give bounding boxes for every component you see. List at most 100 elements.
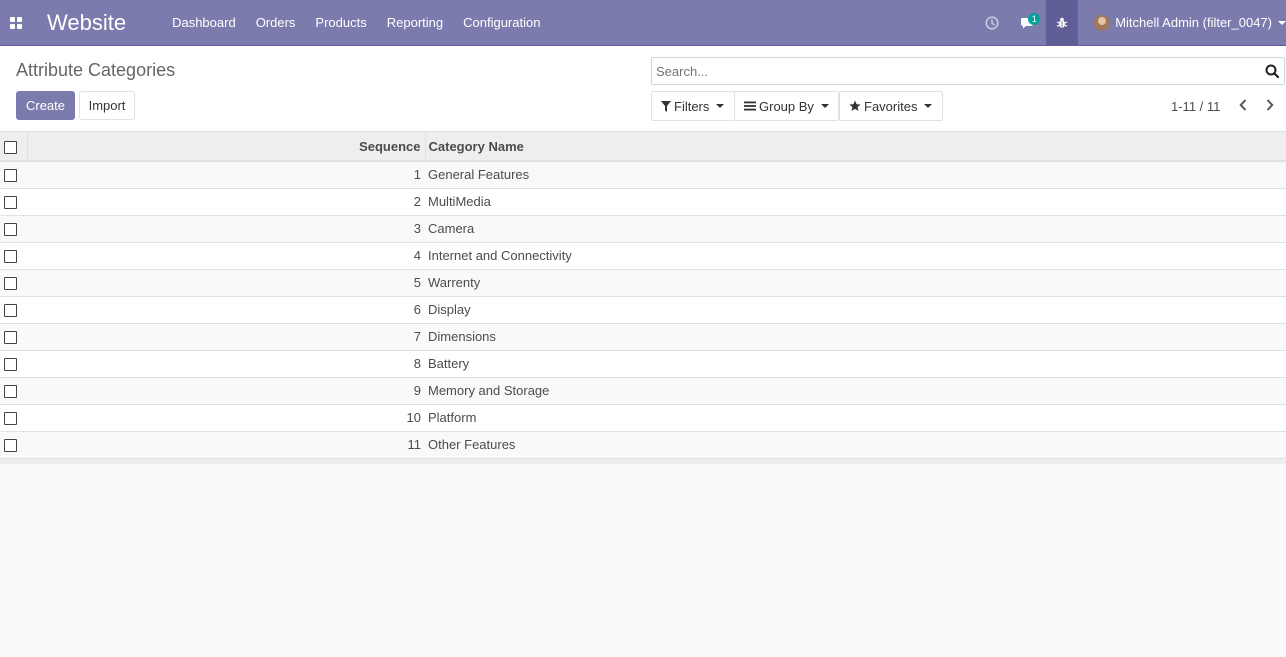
top-navbar: Website Dashboard Orders Products Report…: [0, 0, 1286, 46]
search-input[interactable]: [652, 58, 1242, 84]
cell-category-name: Other Features: [428, 437, 516, 452]
row-checkbox[interactable]: [4, 385, 17, 399]
menu-item-dashboard[interactable]: Dashboard: [162, 0, 246, 46]
row-checkbox[interactable]: [4, 358, 17, 372]
row-select-cell: [0, 161, 27, 188]
debug-mode-button[interactable]: [1046, 0, 1079, 46]
table-row[interactable]: 8 Battery: [0, 350, 1286, 377]
row-checkbox[interactable]: [4, 412, 17, 426]
row-select-cell: [0, 350, 27, 377]
row-select-cell: [0, 296, 27, 323]
table-row[interactable]: 7 Dimensions: [0, 323, 1286, 350]
table-row[interactable]: 9 Memory and Storage: [0, 377, 1286, 404]
cell-category-name: Internet and Connectivity: [428, 248, 572, 263]
pager-previous-button[interactable]: [1236, 97, 1250, 113]
search-icon[interactable]: [1265, 64, 1279, 78]
bars-icon: [744, 101, 756, 111]
favorites-dropdown-button[interactable]: Favorites: [839, 91, 943, 121]
row-select-cell: [0, 242, 27, 269]
chevron-down-icon: [820, 104, 829, 108]
row-checkbox[interactable]: [4, 439, 17, 453]
table-row[interactable]: 6 Display: [0, 296, 1286, 323]
bug-icon: [1056, 17, 1068, 28]
apps-menu-button[interactable]: [0, 0, 32, 46]
cell-sequence: 1: [413, 167, 421, 183]
groupby-label: Group By: [759, 98, 814, 114]
row-select-cell: [0, 377, 27, 404]
user-name: Mitchell Admin (filter_0047): [1115, 15, 1272, 30]
pager-value[interactable]: 1-11 / 11: [1171, 99, 1220, 114]
table-body: 1 General Features 2 MultiMedia 3 Camera 4 Inte…: [0, 161, 1286, 458]
select-all-checkbox[interactable]: [4, 140, 17, 154]
create-button[interactable]: Create: [16, 91, 75, 120]
cell-category-name: Display: [428, 302, 471, 317]
apps-grid-icon: [10, 16, 22, 29]
table-header-row: Sequence Category Name: [0, 132, 1286, 162]
records-table: Sequence Category Name 1 General Features…: [0, 132, 1286, 464]
cell-sequence: 7: [413, 329, 421, 344]
row-checkbox[interactable]: [4, 169, 17, 183]
row-select-cell: [0, 404, 27, 431]
filters-dropdown-button[interactable]: Filters: [651, 91, 735, 121]
row-select-cell: [0, 188, 27, 215]
column-header-sequence[interactable]: Sequence: [26, 132, 426, 162]
table-row[interactable]: 1 General Features: [0, 161, 1286, 188]
user-menu[interactable]: Mitchell Admin (filter_0047): [1078, 0, 1286, 46]
import-button[interactable]: Import: [79, 91, 135, 120]
star-icon: [849, 100, 861, 111]
cell-category-name: Camera: [428, 221, 475, 236]
row-checkbox[interactable]: [4, 250, 17, 264]
chevron-down-icon: [716, 104, 725, 108]
list-view: Sequence Category Name 1 General Features…: [0, 132, 1286, 464]
row-select-cell: [0, 215, 27, 242]
chevron-right-icon: [1266, 99, 1274, 111]
cell-sequence: 5: [413, 275, 421, 290]
column-header-category-name[interactable]: Category Name: [425, 132, 1286, 162]
row-checkbox[interactable]: [4, 223, 17, 237]
cell-category-name: Memory and Storage: [428, 383, 550, 398]
avatar: [1094, 14, 1111, 31]
activity-button[interactable]: [974, 0, 1010, 46]
messages-badge: 1: [1028, 12, 1041, 25]
row-checkbox[interactable]: [4, 331, 17, 345]
table-row[interactable]: 11 Other Features: [0, 431, 1286, 458]
clock-icon: [985, 15, 999, 30]
menu-item-products[interactable]: Products: [305, 0, 376, 46]
table-row[interactable]: 2 MultiMedia: [0, 188, 1286, 215]
cell-sequence: 8: [413, 356, 421, 371]
cell-sequence: 3: [413, 221, 421, 236]
row-checkbox[interactable]: [4, 277, 17, 291]
navbar-systray: 1 Mitchell Admin (filter_0047): [974, 0, 1286, 46]
cell-category-name: Platform: [428, 410, 477, 425]
row-select-cell: [0, 323, 27, 350]
search-bar: [651, 57, 1285, 85]
menu-item-orders[interactable]: Orders: [246, 0, 306, 46]
select-all-cell: [0, 132, 27, 162]
groupby-dropdown-button[interactable]: Group By: [734, 91, 839, 121]
pager-next-button[interactable]: [1263, 97, 1277, 113]
table-row[interactable]: 10 Platform: [0, 404, 1286, 431]
table-row[interactable]: 3 Camera: [0, 215, 1286, 242]
cell-sequence: 2: [413, 194, 421, 209]
messages-button[interactable]: 1: [1010, 0, 1046, 46]
control-panel: Attribute Categories Create Import Filte…: [0, 46, 1286, 132]
cell-category-name: Dimensions: [428, 329, 496, 344]
app-brand[interactable]: Website: [47, 0, 126, 46]
table-row[interactable]: 4 Internet and Connectivity: [0, 242, 1286, 269]
cell-category-name: General Features: [428, 167, 530, 183]
cell-sequence: 10: [406, 410, 421, 425]
row-select-cell: [0, 431, 27, 458]
chevron-down-icon: [1278, 20, 1286, 25]
menu-item-reporting[interactable]: Reporting: [377, 0, 453, 46]
row-checkbox[interactable]: [4, 304, 17, 318]
row-select-cell: [0, 269, 27, 296]
filter-icon: [661, 100, 671, 112]
cell-sequence: 4: [413, 248, 421, 263]
menu-item-configuration[interactable]: Configuration: [453, 0, 550, 46]
cell-category-name: Warrenty: [428, 275, 481, 290]
cell-sequence: 9: [413, 383, 421, 398]
cell-category-name: Battery: [428, 356, 470, 371]
row-checkbox[interactable]: [4, 196, 17, 210]
cell-sequence: 11: [407, 437, 422, 452]
table-row[interactable]: 5 Warrenty: [0, 269, 1286, 296]
